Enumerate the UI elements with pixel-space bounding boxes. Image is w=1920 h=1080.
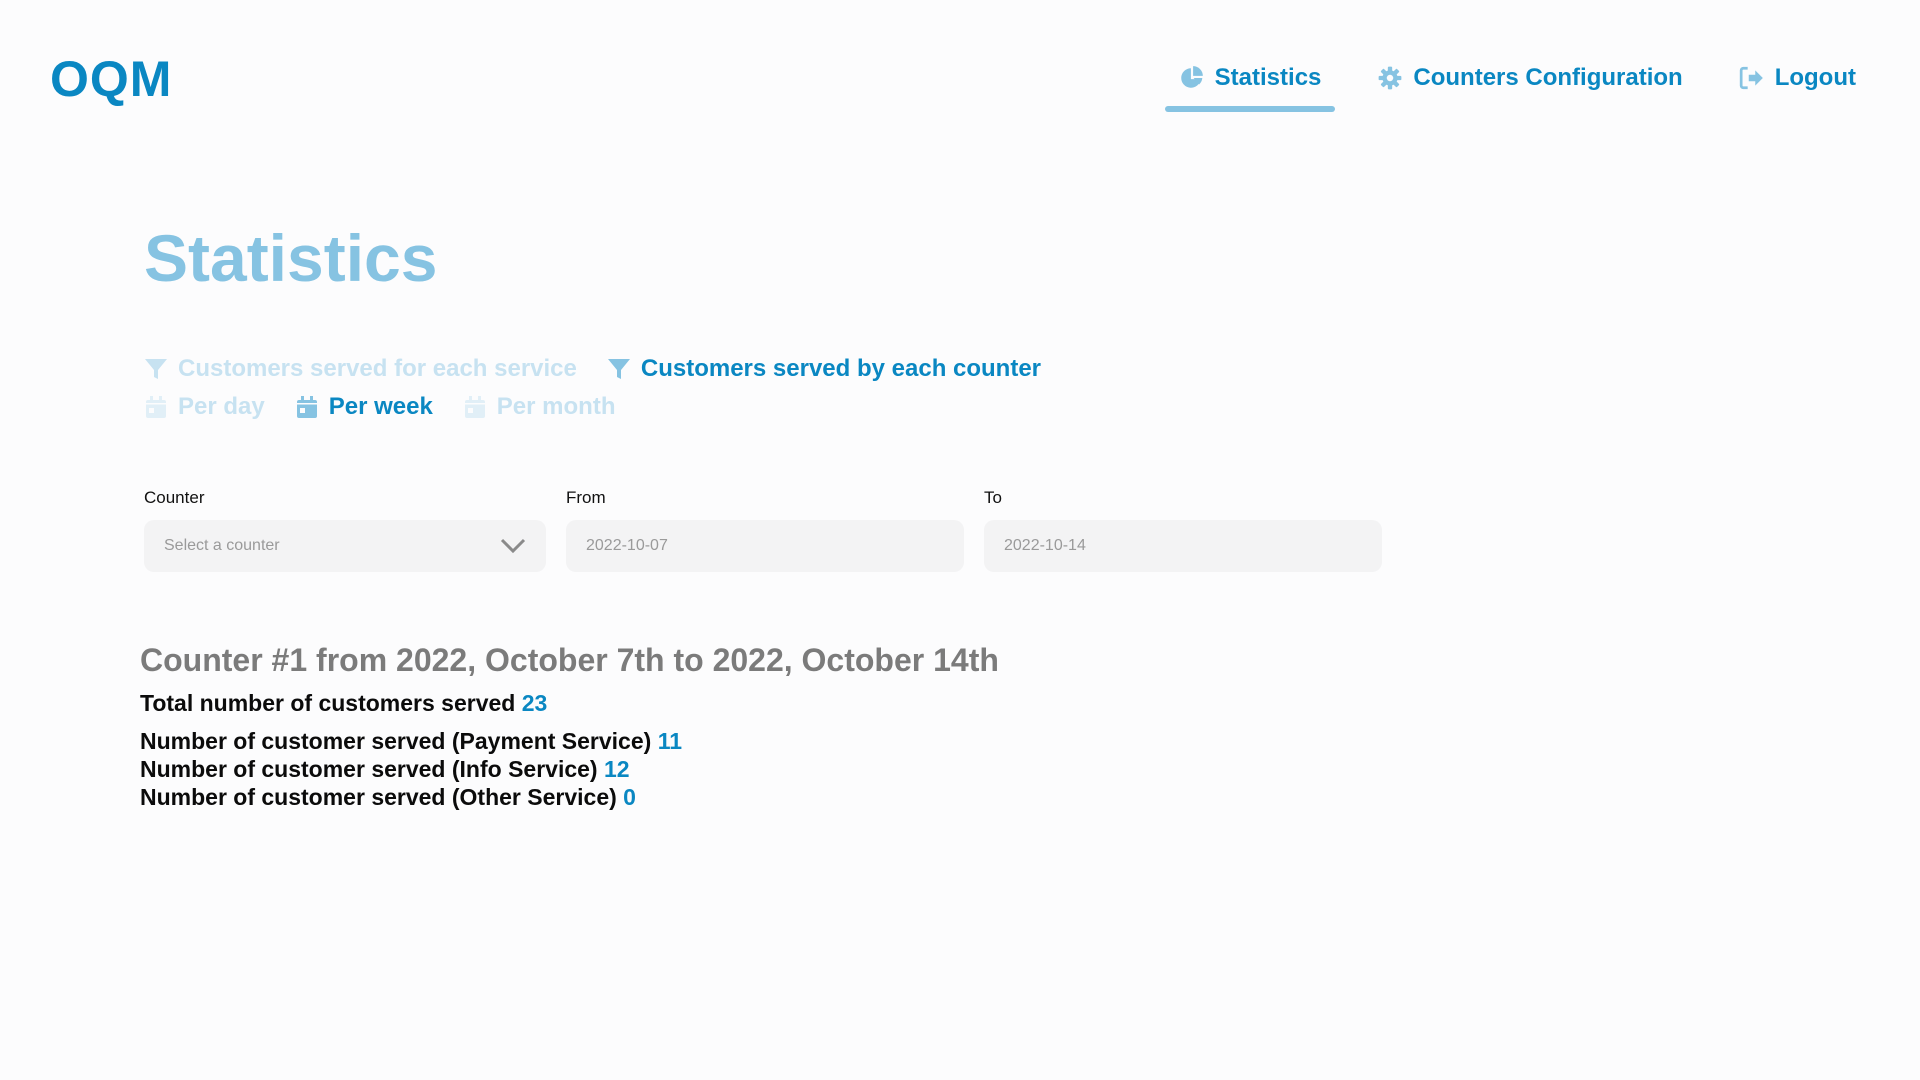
page-title: Statistics — [144, 221, 438, 295]
from-field: From 2022-10-07 — [566, 488, 964, 572]
filter-by-service-label: Customers served for each service — [178, 355, 577, 382]
nav-statistics-label: Statistics — [1214, 64, 1322, 91]
total-customers-value: 23 — [521, 690, 548, 716]
period-per-month-label: Per month — [496, 393, 616, 420]
period-per-week-label: Per week — [328, 393, 433, 420]
service-label: Number of customer served (Payment Servi… — [140, 728, 652, 754]
period-per-day-label: Per day — [178, 393, 265, 420]
service-label: Number of customer served (Other Service… — [140, 784, 617, 810]
results-heading: Counter #1 from 2022, October 7th to 202… — [140, 642, 999, 678]
service-label: Number of customer served (Info Service) — [140, 756, 598, 782]
period-per-week[interactable]: Per week — [295, 393, 433, 421]
chevron-down-icon — [500, 538, 526, 554]
calendar-icon — [296, 396, 317, 418]
filter-by-counter-label: Customers served by each counter — [640, 355, 1042, 382]
pie-chart-icon — [1180, 66, 1203, 88]
gear-icon — [1379, 66, 1402, 90]
nav-logout-label: Logout — [1774, 64, 1856, 91]
filter-icon — [607, 359, 630, 379]
app-logo[interactable]: OQM — [50, 50, 172, 108]
nav-counters-configuration[interactable]: Counters Configuration — [1363, 60, 1696, 106]
top-nav: Statistics Counters Configuration Logout — [1164, 60, 1870, 112]
filter-by-service[interactable]: Customers served for each service — [144, 355, 577, 383]
total-customers: Total number of customers served 23 — [140, 689, 999, 717]
service-value: 11 — [657, 728, 683, 754]
nav-logout[interactable]: Logout — [1725, 60, 1870, 106]
counter-field: Counter Select a counter — [144, 488, 546, 572]
counter-label: Counter — [144, 488, 205, 507]
from-label: From — [566, 488, 606, 507]
from-date-value: 2022-10-07 — [586, 537, 668, 554]
service-row-info: Number of customer served (Info Service)… — [140, 755, 999, 783]
results: Counter #1 from 2022, October 7th to 202… — [140, 642, 999, 811]
period-per-month[interactable]: Per month — [463, 393, 616, 421]
filter-by-counter[interactable]: Customers served by each counter — [607, 355, 1041, 383]
filters: Customers served for each service Custom… — [144, 350, 1041, 426]
logout-icon — [1739, 66, 1763, 90]
filter-period-row: Per day Per week Per month — [144, 388, 1041, 426]
statistics-form: Counter Select a counter From 2022-10-07… — [144, 488, 1382, 572]
service-row-payment: Number of customer served (Payment Servi… — [140, 727, 999, 755]
service-row-other: Number of customer served (Other Service… — [140, 783, 999, 811]
nav-statistics[interactable]: Statistics — [1164, 60, 1336, 112]
counter-select-placeholder: Select a counter — [164, 537, 280, 554]
calendar-icon — [464, 396, 485, 418]
to-label: To — [984, 488, 1002, 507]
service-value: 0 — [623, 784, 636, 810]
to-field: To 2022-10-14 — [984, 488, 1382, 572]
to-date-input[interactable]: 2022-10-14 — [984, 520, 1382, 572]
filter-type-row: Customers served for each service Custom… — [144, 350, 1041, 388]
from-date-input[interactable]: 2022-10-07 — [566, 520, 964, 572]
calendar-icon — [146, 396, 166, 418]
filter-icon — [145, 359, 167, 379]
total-customers-label: Total number of customers served — [140, 690, 516, 716]
counter-select[interactable]: Select a counter — [144, 520, 546, 572]
service-value: 12 — [603, 756, 630, 782]
to-date-value: 2022-10-14 — [1004, 537, 1086, 554]
period-per-day[interactable]: Per day — [144, 393, 265, 421]
nav-counters-configuration-label: Counters Configuration — [1413, 64, 1683, 91]
